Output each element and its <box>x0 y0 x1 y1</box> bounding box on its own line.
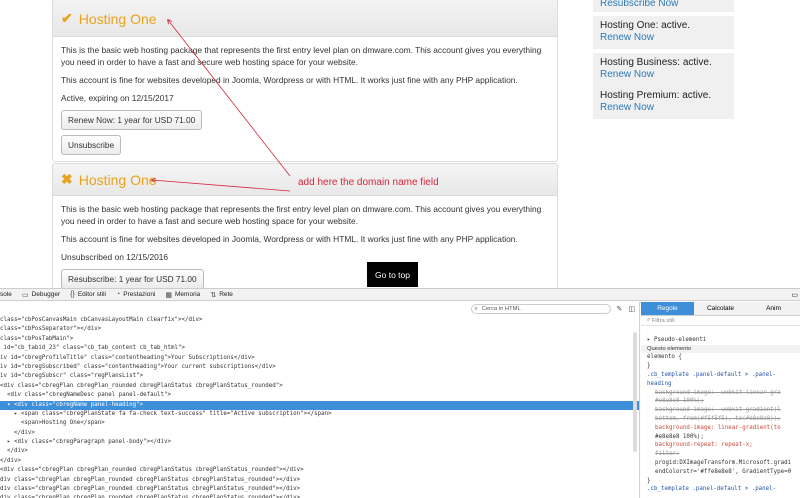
html-tree-line[interactable]: ▾ <div class="cbregName panel-heading"> <box>0 400 639 410</box>
inspector-bar: ⌕ Cerca in HTML ✎ ◫ <box>0 302 639 316</box>
html-tree-line[interactable]: ▸ <span class="cbregPlanState fa fa-chec… <box>0 410 639 419</box>
panel-body: This is the basic web hosting package th… <box>53 196 557 288</box>
tab-console[interactable]: sole <box>0 291 22 298</box>
page-content: ✔ Hosting One This is the basic web host… <box>0 0 800 288</box>
search-icon: ⌕ <box>474 305 478 312</box>
panel-body: This is the basic web hosting package th… <box>53 37 557 161</box>
sidebar-box: Hosting One: active. Renew Now <box>593 16 734 49</box>
plan-description: This is the basic web hosting package th… <box>61 204 542 226</box>
panel-toggle-icon[interactable]: ◫ <box>628 305 635 313</box>
renew-now-link[interactable]: Renew Now <box>600 69 727 81</box>
renew-now-link[interactable]: Renew Now <box>600 102 727 114</box>
panel-heading: ✔ Hosting One <box>53 0 557 37</box>
html-tree-line[interactable]: <div class="cbregPlan cbregPlan_rounded … <box>0 466 639 475</box>
annotation-text: add here the domain name field <box>298 177 439 188</box>
tab-animations[interactable]: Anim <box>747 302 800 315</box>
rules-panel: Regole Calcolate Anim ⌕ Filtra stili ▸ P… <box>641 302 800 498</box>
html-tree-line[interactable]: iv id="cbregSubscr" class="regPlansList"… <box>0 372 639 381</box>
tab-computed[interactable]: Calcolate <box>694 302 747 315</box>
rules-list: ▸ Pseudo-elementi Questo elemento elemento… <box>641 326 800 495</box>
resubscribe-button[interactable]: Resubscribe: 1 year for USD 71.00 <box>61 269 204 288</box>
plan-title: Hosting One <box>78 171 157 188</box>
tab-network[interactable]: ⇅ Rete <box>210 291 243 299</box>
html-tree-line[interactable]: id="cb_tabid_23" class="cb_tab_content c… <box>0 344 639 353</box>
resubscribe-now-link[interactable]: Resubscribe Now <box>600 0 727 10</box>
plan-title: Hosting One <box>78 10 157 27</box>
sidebar-box: Hosting Premium: active. Renew Now <box>593 86 734 119</box>
tab-style-editor[interactable]: {} Editor stili <box>70 291 116 298</box>
html-tree-line[interactable]: iv id="cbregSubscribed" class="contenthe… <box>0 363 639 372</box>
html-tree-line[interactable]: class="cbPosTabMain"> <box>0 335 639 344</box>
memory-icon: ▦ <box>165 291 173 299</box>
html-tree: class="cbPosCanvasMain cbCanvasLayoutMai… <box>0 316 639 498</box>
plan-status: Active, expiring on 12/15/2017 <box>61 93 174 103</box>
sidebar-status: Hosting Premium: active. <box>600 90 712 101</box>
filter-styles-input[interactable]: ⌕ Filtra stili <box>641 316 800 326</box>
debugger-icon: ▭ <box>21 291 29 299</box>
html-tree-line[interactable]: iv id="cbregProfileTitle" class="content… <box>0 354 639 363</box>
plan-compatibility: This account is fine for websites develo… <box>61 75 518 85</box>
html-tree-line[interactable]: <span>Hosting One</span> <box>0 419 639 428</box>
html-tree-line[interactable]: ▸ <div class="cbregParagraph panel-body"… <box>0 438 639 447</box>
braces-icon: {} <box>70 291 75 298</box>
html-tree-line[interactable]: div class="cbregPlan cbregPlan_rounded c… <box>0 494 639 498</box>
devtools-panel: sole ▭ Debugger {} Editor stili ◔ Prestazio… <box>0 288 800 498</box>
gauge-icon: ◔ <box>116 291 121 298</box>
cross-icon: ✖ <box>61 171 73 187</box>
devtools-toolbar: sole ▭ Debugger {} Editor stili ◔ Prestazio… <box>0 289 800 301</box>
check-icon: ✔ <box>61 10 73 26</box>
search-html-input[interactable]: ⌕ Cerca in HTML <box>470 304 611 314</box>
html-tree-line[interactable]: </div> <box>0 447 639 456</box>
this-element-header: Questo elemento <box>641 344 800 354</box>
subscription-panel-active: ✔ Hosting One This is the basic web host… <box>52 0 558 162</box>
plan-description: This is the basic web hosting package th… <box>61 45 542 67</box>
html-tree-line[interactable]: <div class="cbregNameDesc panel panel-de… <box>0 391 639 400</box>
html-inspector: ⌕ Cerca in HTML ✎ ◫ class="cbPosCanvasMai… <box>0 302 640 498</box>
plan-status: Unsubscribed on 12/15/2016 <box>61 252 169 262</box>
html-tree-line[interactable]: class="cbPosCanvasMain cbCanvasLayoutMai… <box>0 316 639 325</box>
html-tree-line[interactable]: </div> <box>0 457 639 466</box>
html-tree-line[interactable]: </div> <box>0 429 639 438</box>
renew-now-link[interactable]: Renew Now <box>600 32 727 44</box>
html-tree-line[interactable]: class="cbPosSeparator"></div> <box>0 325 639 334</box>
scrollbar[interactable] <box>633 332 637 452</box>
sidebar-box: Hosting Business: active. Renew Now <box>593 53 734 86</box>
sidebar-box: Resubscribe Now <box>593 0 734 12</box>
eyedropper-icon[interactable]: ✎ <box>617 305 623 313</box>
sidebar-status: Hosting One: active. <box>600 20 691 31</box>
unsubscribe-button[interactable]: Unsubscribe <box>61 135 122 155</box>
go-to-top-button[interactable]: Go to top <box>367 262 418 287</box>
pseudo-elements-toggle[interactable]: ▸ Pseudo-elementi <box>647 336 794 345</box>
tab-rules[interactable]: Regole <box>641 302 694 315</box>
sidebar-status: Hosting Business: active. <box>600 57 712 68</box>
html-tree-line[interactable]: div class="cbregPlan cbregPlan_rounded c… <box>0 476 639 485</box>
plan-compatibility: This account is fine for websites develo… <box>61 234 518 244</box>
tab-debugger[interactable]: ▭ Debugger <box>22 291 70 299</box>
network-icon: ⇅ <box>210 291 217 299</box>
tab-performance[interactable]: ◔ Prestazioni <box>116 291 165 298</box>
renew-button[interactable]: Renew Now: 1 year for USD 71.00 <box>61 110 203 130</box>
dock-icon[interactable]: ▭ <box>791 291 798 299</box>
html-tree-line[interactable]: <div class="cbregPlan cbregPlan_rounded … <box>0 382 639 391</box>
html-tree-line[interactable]: div class="cbregPlan cbregPlan_rounded c… <box>0 485 639 494</box>
tab-memory[interactable]: ▦ Memoria <box>165 291 210 299</box>
